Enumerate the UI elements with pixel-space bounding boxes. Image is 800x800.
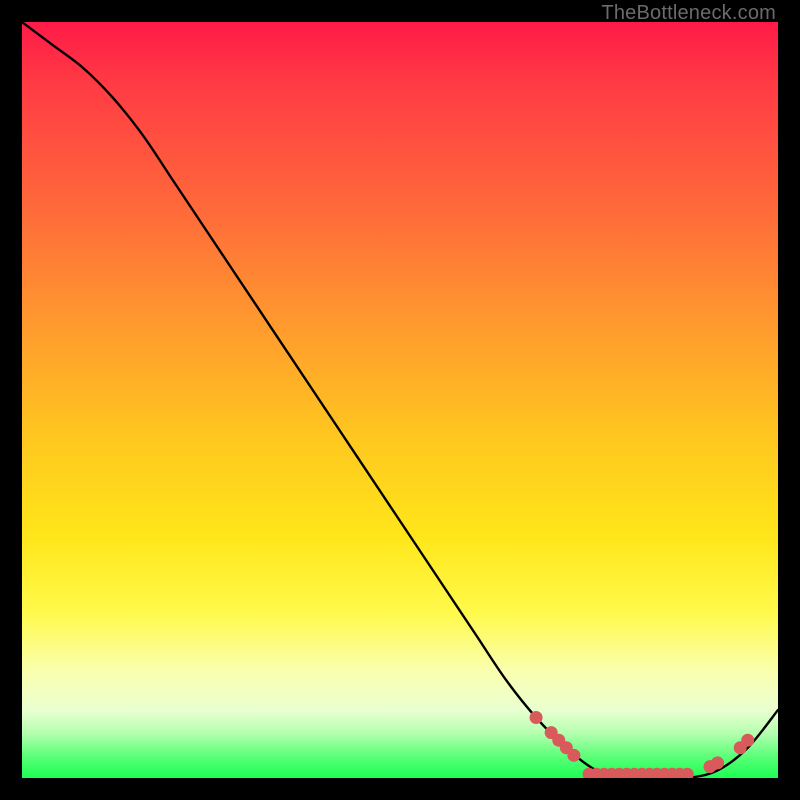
chart-frame: TheBottleneck.com: [0, 0, 800, 800]
bottleneck-curve: [22, 22, 778, 778]
marker-dot: [711, 756, 724, 769]
marker-dot: [741, 734, 754, 747]
marker-dot: [530, 711, 543, 724]
plot-area: [22, 22, 778, 778]
curve-layer: [22, 22, 778, 778]
highlight-markers: [530, 711, 755, 778]
marker-dot: [567, 749, 580, 762]
